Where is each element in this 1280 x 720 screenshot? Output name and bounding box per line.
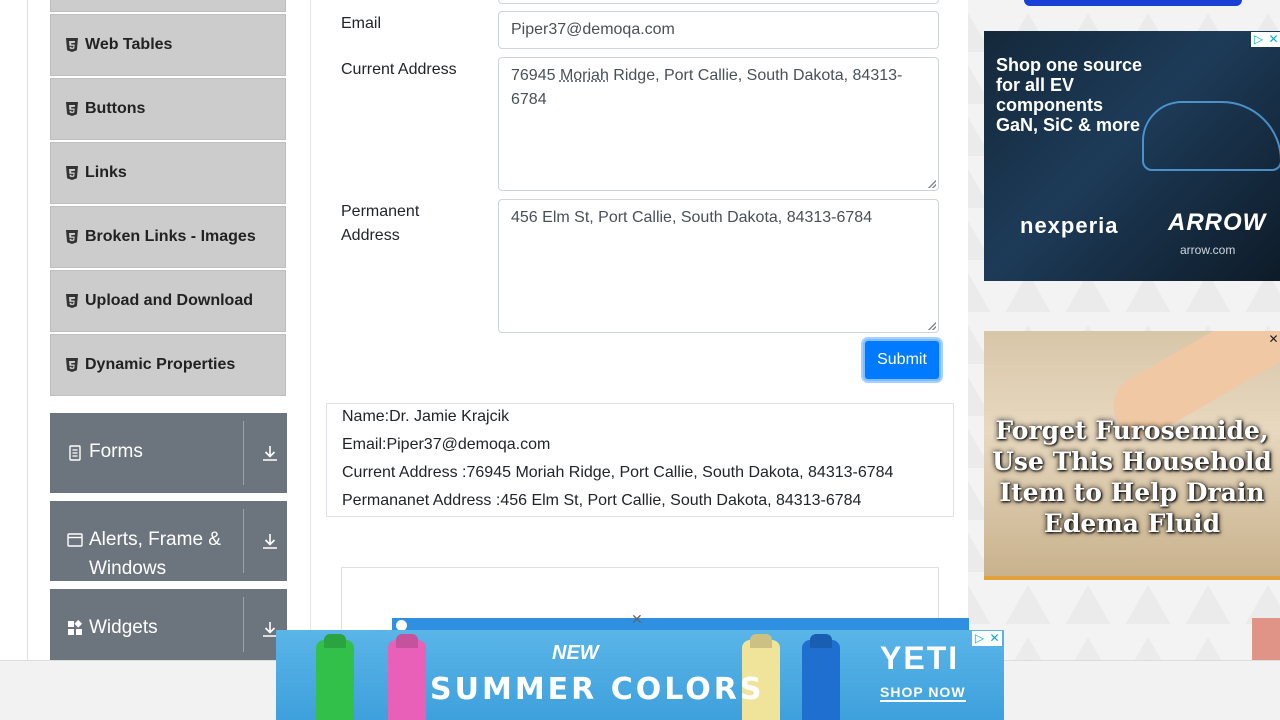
ad-url: arrow.com [1180,243,1236,257]
ad-top-button[interactable] [1024,0,1242,6]
ad-banner-yeti[interactable]: NEW SUMMER COLORS YETI SHOP NOW [276,630,1004,720]
sidebar-item-label: Web Tables [85,36,173,53]
html5-icon [65,294,79,308]
output-current-address: Current Address :76945 Moriah Ridge, Por… [342,464,894,481]
ad-close-icon[interactable]: ✕ [987,631,1002,646]
sidebar-item-label: Broken Links - Images [85,228,256,245]
left-gutter [0,0,28,660]
output-panel: Name:Dr. Jamie Krajcik Email:Piper37@dem… [326,403,954,517]
current-address-prefix: 76945 [511,67,560,84]
ad-close-icon[interactable]: ✕ [1266,32,1280,47]
form-icon [67,445,83,461]
sidebar-group-label: Widgets [89,617,158,638]
email-label: Email [341,15,382,32]
sidebar-group-alerts[interactable]: Alerts, Frame & Windows [50,501,287,581]
sidebar-group-forms[interactable]: Forms [50,413,287,493]
html5-icon [65,230,79,244]
spellcheck-word: Moriah [559,67,609,84]
ad-strip-close-icon[interactable]: ✕ [631,612,643,628]
page: Web Tables Buttons Links Broken Links - … [0,0,1280,720]
current-address-label: Current Address [341,61,457,78]
partial-field-top[interactable] [498,0,939,4]
permanent-address-label: Permanent Address [341,203,420,244]
sidebar-group-widgets[interactable]: Widgets [50,589,287,660]
sidebar-item-web-tables[interactable]: Web Tables [50,14,286,76]
ad-banner-ev[interactable]: Shop one source for all EV components Ga… [984,31,1280,281]
ad-close-icon[interactable]: ✕ [1266,332,1280,347]
email-value: Piper37@demoqa.com [511,21,675,38]
bottle-green [316,640,354,720]
sidebar-item-upload-download[interactable]: Upload and Download [50,270,286,332]
resize-handle-icon[interactable] [928,180,936,188]
ad-new-label: NEW [552,642,599,664]
resize-handle-icon[interactable] [928,322,936,330]
ad-brand-right: ARROW [1168,209,1267,236]
html5-icon [65,166,79,180]
adchoices-icon[interactable]: ▷ [1251,32,1266,47]
bottle-blue [802,640,840,720]
ad-headline: Forget Furosemide, Use This Household It… [992,416,1272,538]
html5-icon [65,102,79,116]
html5-icon [65,38,79,52]
ad-title: SUMMER COLORS [430,672,765,707]
sidebar-item-broken-links[interactable]: Broken Links - Images [50,206,286,268]
group-divider [243,597,244,652]
ad-brand-left: nexperia [1020,213,1119,238]
download-icon[interactable] [261,532,279,550]
ad-peek [1252,618,1280,660]
sidebar-item-label: Buttons [85,100,146,117]
sidebar-item-label: Dynamic Properties [85,356,236,373]
sidebar-group-label: Forms [89,441,143,462]
car-graphic [1142,101,1280,171]
group-divider [243,421,244,485]
ad-headline: Shop one source for all EV components Ga… [996,55,1143,135]
sidebar-item-label: Links [85,164,127,181]
sidebar-item-links[interactable]: Links [50,142,286,204]
sidebar-item-label: Upload and Download [85,292,253,309]
submit-button[interactable]: Submit [863,339,941,381]
window-icon [67,532,83,548]
current-address-field[interactable]: 76945 Moriah Ridge, Port Callie, South D… [498,57,939,191]
email-field[interactable]: Piper37@demoqa.com [498,11,939,49]
sidebar: Web Tables Buttons Links Broken Links - … [28,0,311,660]
group-divider [243,509,244,573]
bottle-pink [388,640,426,720]
output-permanent-address: Permananet Address :456 Elm St, Port Cal… [342,492,862,509]
output-name: Name:Dr. Jamie Krajcik [342,408,510,425]
widgets-icon [67,619,83,636]
ad-brand: YETI [880,640,960,676]
ad-cta[interactable]: SHOP NOW [880,684,966,702]
sidebar-item-buttons[interactable]: Buttons [50,78,286,140]
permanent-address-value: 456 Elm St, Port Callie, South Dakota, 8… [511,209,873,226]
sidebar-group-label: Alerts, Frame & Windows [89,529,221,579]
output-email: Email:Piper37@demoqa.com [342,436,551,453]
ad-banner-edema[interactable]: Forget Furosemide, Use This Household It… [984,331,1280,580]
sidebar-item-dynamic-properties[interactable]: Dynamic Properties [50,334,286,396]
sidebar-item-partial[interactable] [50,0,286,12]
html5-icon [65,358,79,372]
permanent-address-field[interactable]: 456 Elm St, Port Callie, South Dakota, 8… [498,199,939,333]
download-icon[interactable] [261,444,279,462]
adchoices-icon[interactable]: ▷ [972,631,987,646]
